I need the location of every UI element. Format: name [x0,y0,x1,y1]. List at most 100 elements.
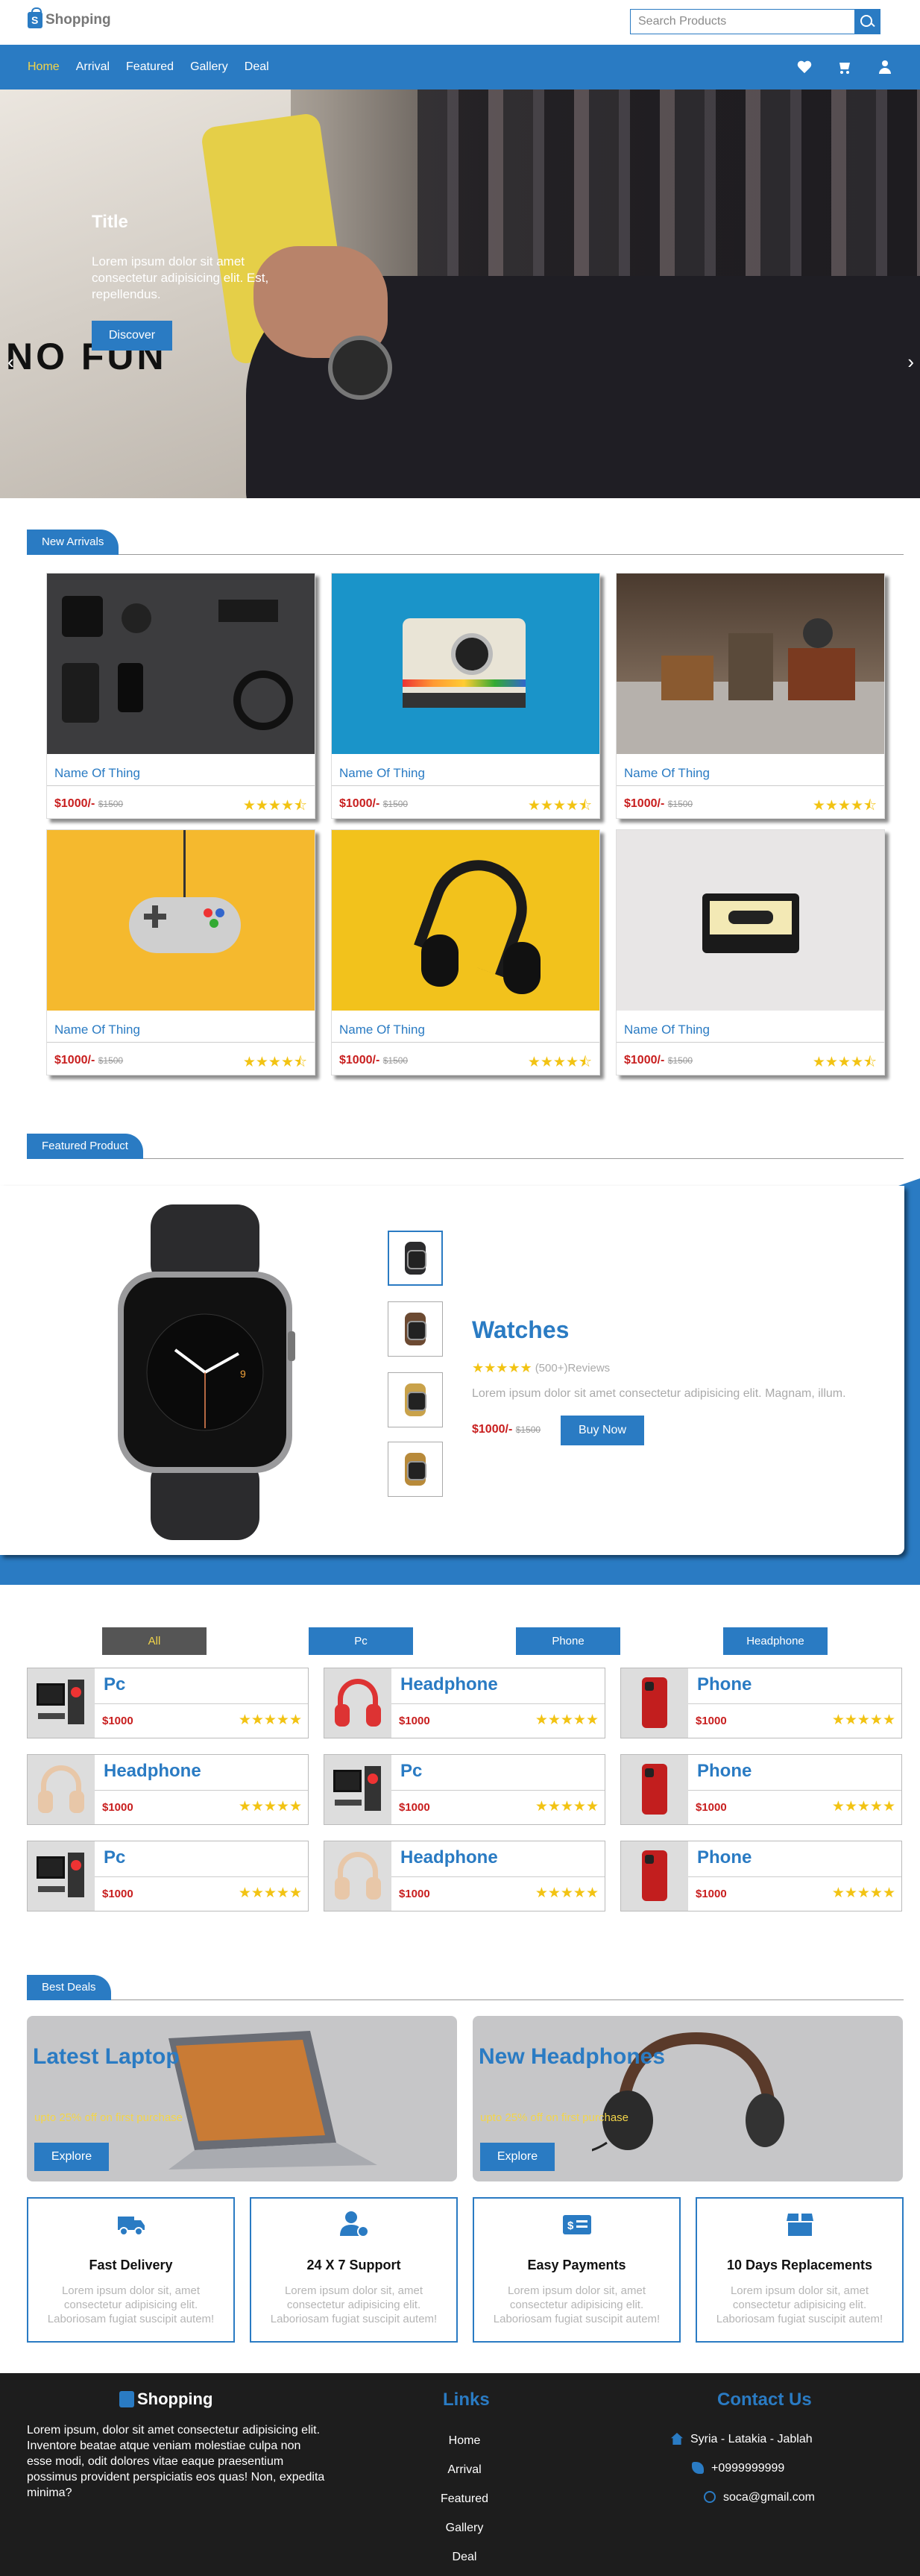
rating-stars: ★★★★⯪ [242,798,307,814]
nav-link-deal[interactable]: Deal [245,60,269,74]
category-title: Phone [697,1847,752,1867]
filter-all[interactable]: All [102,1627,207,1655]
deal-card-laptop: Latest Laptop upto 25% off on first purc… [27,2016,457,2181]
nav-link-gallery[interactable]: Gallery [190,60,228,74]
pc-icon [28,1841,95,1911]
old-price: $1500 [98,1055,124,1066]
search-box [630,9,880,34]
best-deals-header: Best Deals [27,1975,904,2000]
category-title: Phone [697,1674,752,1694]
product-card[interactable]: Name Of Thing $1000/- $1500 ★★★★⯪ [331,829,600,1075]
category-price: $1000 [399,1715,430,1727]
thumbnail-3[interactable] [388,1372,443,1427]
filter-phone[interactable]: Phone [516,1627,620,1655]
rating-stars: ★★★★⯪ [527,798,592,814]
truck-icon [117,2217,145,2236]
product-price: $1000/- $1500 [624,797,693,811]
money-bill-icon: $ [562,2215,591,2234]
old-price: $1500 [382,1055,409,1066]
rating-stars: ★★★★★ [535,1885,599,1901]
headphones-image [592,2032,784,2152]
featured-price: $1000/- $1500 [472,1423,541,1436]
category-title: Pc [104,1847,126,1867]
footer-about: Lorem ipsum, dolor sit amet consectetur … [27,2424,325,2499]
search-input[interactable] [631,10,854,34]
rating-stars: ★★★★⯪ [242,1055,307,1070]
explore-headphones-button[interactable]: Explore [480,2143,555,2171]
footer-link-deal[interactable]: Deal [418,2549,511,2576]
category-card[interactable]: Pc $1000 ★★★★★ [324,1754,605,1825]
brand-logo[interactable]: Shopping [28,7,111,28]
thumbnail-2[interactable] [388,1301,443,1357]
rating-stars: ★★★★★ [472,1360,532,1375]
category-card[interactable]: Phone $1000 ★★★★★ [620,1668,902,1738]
category-price: $1000 [696,1801,727,1814]
hero-banner: NO FUN Title Lorem ipsum dolor sit amet … [0,89,920,498]
user-icon[interactable] [878,60,892,75]
product-card[interactable]: Name Of Thing $1000/- $1500 ★★★★⯪ [46,573,315,819]
nav-link-featured[interactable]: Featured [126,60,174,74]
product-card[interactable]: Name Of Thing $1000/- $1500 ★★★★⯪ [616,829,885,1075]
filter-pc[interactable]: Pc [309,1627,413,1655]
category-price: $1000 [696,1715,727,1727]
deal-title-headphones: New Headphones [479,2044,666,2069]
rating-stars: ★★★★★ [535,1712,599,1728]
footer-contact-heading: Contact Us [717,2390,812,2410]
footer-link-gallery[interactable]: Gallery [418,2520,511,2549]
product-image [332,830,599,1011]
category-card[interactable]: Pc $1000 ★★★★★ [27,1841,309,1911]
category-card[interactable]: Phone $1000 ★★★★★ [620,1841,902,1911]
category-card[interactable]: Headphone $1000 ★★★★★ [324,1668,605,1738]
search-button[interactable] [854,10,880,34]
carousel-next-icon[interactable]: › [907,351,914,374]
contact-phone-text[interactable]: +0999999999 [711,2462,784,2475]
product-card[interactable]: Name Of Thing $1000/- $1500 ★★★★⯪ [331,573,600,819]
explore-laptop-button[interactable]: Explore [34,2143,109,2171]
hero-caption: Title Lorem ipsum dolor sit amet consect… [92,212,286,351]
feature-text: Lorem ipsum dolor sit, amet consectetur … [47,2284,215,2325]
product-image [47,574,315,754]
product-card[interactable]: Name Of Thing $1000/- $1500 ★★★★⯪ [46,829,315,1075]
footer-contact: Syria - Latakia - Jablah +0999999999 soc… [671,2433,815,2520]
buy-now-button[interactable]: Buy Now [561,1416,644,1445]
discover-button[interactable]: Discover [92,321,172,351]
divider [47,785,315,786]
phone-icon [621,1668,688,1738]
cart-icon[interactable] [837,60,852,75]
main-nav: Home Arrival Featured Gallery Deal [0,45,920,89]
carousel-prev-icon[interactable]: ‹ [7,351,14,374]
thumbnail-1[interactable] [388,1231,443,1286]
category-card[interactable]: Headphone $1000 ★★★★★ [27,1754,309,1825]
footer-logo[interactable]: Shopping [119,2390,212,2409]
old-price: $1500 [667,1055,693,1066]
footer-links: Home Arrival Featured Gallery Deal [418,2433,511,2576]
nav-link-home[interactable]: Home [28,60,60,74]
featured-description: Lorem ipsum dolor sit amet consectetur a… [472,1387,846,1400]
category-title: Pc [400,1761,423,1781]
footer-brand: Shopping [137,2390,213,2408]
filter-headphone[interactable]: Headphone [723,1627,828,1655]
product-card[interactable]: Name Of Thing $1000/- $1500 ★★★★⯪ [616,573,885,819]
contact-email: soca@gmail.com [671,2491,815,2520]
feature-support: 24 X 7 Support Lorem ipsum dolor sit, am… [250,2197,458,2343]
heart-icon[interactable] [797,60,812,75]
nav-link-arrival[interactable]: Arrival [76,60,110,74]
featured-header: Featured Product [27,1134,904,1159]
feature-title: 10 Days Replacements [726,2258,873,2272]
footer-link-arrival[interactable]: Arrival [418,2462,511,2491]
feature-replacements: 10 Days Replacements Lorem ipsum dolor s… [696,2197,904,2343]
category-card[interactable]: Pc $1000 ★★★★★ [27,1668,309,1738]
footer-link-featured[interactable]: Featured [418,2491,511,2520]
hero-title: Title [92,212,128,232]
contact-email-text[interactable]: soca@gmail.com [723,2491,815,2504]
featured-rating: ★★★★★ (500+)Reviews [472,1360,610,1376]
old-price: $1500 [382,799,409,809]
rating-stars: ★★★★★ [831,1799,895,1815]
footer-link-home[interactable]: Home [418,2433,511,2462]
product-name: Name Of Thing [339,1022,425,1037]
thumbnail-4[interactable] [388,1442,443,1497]
category-card[interactable]: Phone $1000 ★★★★★ [620,1754,902,1825]
category-card[interactable]: Headphone $1000 ★★★★★ [324,1841,605,1911]
category-price: $1000 [696,1888,727,1900]
divider [617,1042,884,1043]
